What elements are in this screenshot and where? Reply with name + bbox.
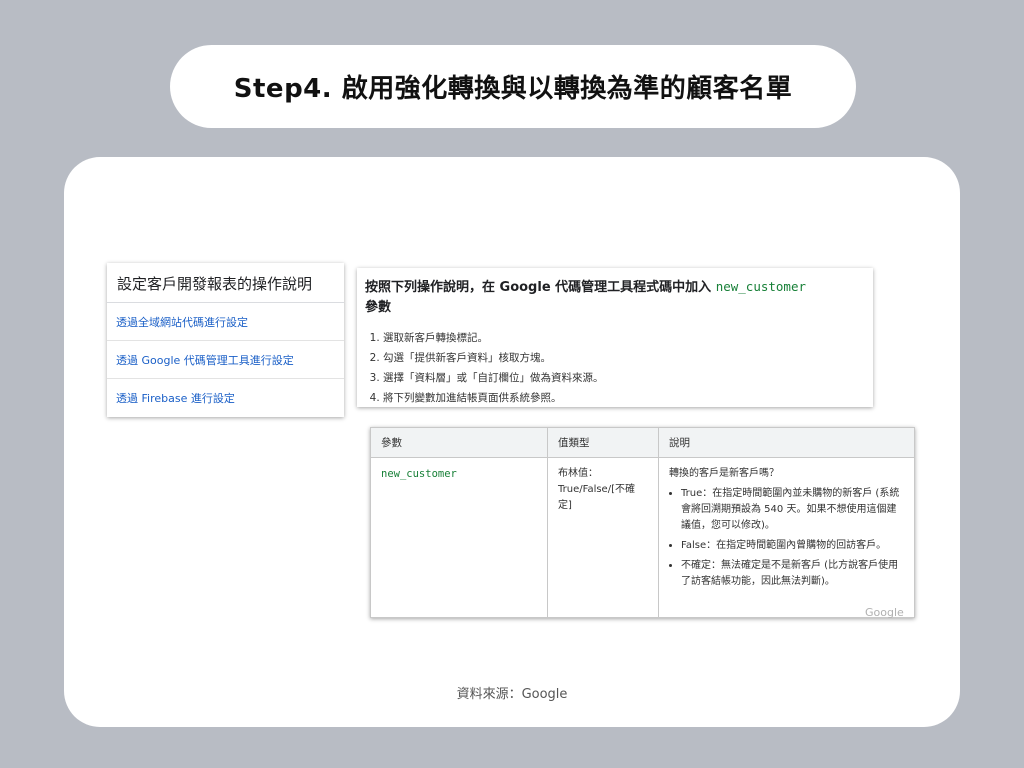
header-value-type: 值類型 xyxy=(547,427,659,458)
heading-code: new_customer xyxy=(715,279,807,294)
step-item: 選擇「資料層」或「自訂欄位」做為資料來源。 xyxy=(383,368,873,388)
source-caption: 資料來源：Google xyxy=(456,687,568,702)
parameter-table: 參數 值類型 說明 new_customer 布林值：True/False/[不… xyxy=(370,427,915,618)
cell-value-type: 布林值：True/False/[不確定] xyxy=(547,457,659,618)
cell-description: 轉換的客戶是新客戶嗎？ True：在指定時間範圍內並未購物的新客戶 (系統會將回… xyxy=(658,457,915,618)
link-firebase[interactable]: 透過 Firebase 進行設定 xyxy=(107,379,344,416)
heading-suffix: 參數 xyxy=(365,300,392,315)
list-item: 不確定：無法確定是不是新客戶 (比方說客戶使用了訪客結帳功能，因此無法判斷)。 xyxy=(681,558,904,590)
step-item: 勾選「提供新客戶資料」核取方塊。 xyxy=(383,348,873,368)
google-watermark: Google xyxy=(865,606,904,619)
list-item: False：在指定時間範圍內曾購物的回訪客戶。 xyxy=(681,538,904,554)
list-item: True：在指定時間範圍內並未購物的新客戶 (系統會將回溯期預設為 540 天。… xyxy=(681,486,904,534)
parameter-table-panel: 參數 值類型 說明 new_customer 布林值：True/False/[不… xyxy=(370,427,915,618)
panel-title: 設定客戶開發報表的操作說明 xyxy=(107,263,344,303)
setup-instructions-panel: 設定客戶開發報表的操作說明 透過全域網站代碼進行設定 透過 Google 代碼管… xyxy=(107,263,344,417)
table-header-row: 參數 值類型 說明 xyxy=(370,427,915,458)
description-list: True：在指定時間範圍內並未購物的新客戶 (系統會將回溯期預設為 540 天。… xyxy=(669,486,904,590)
instructions-panel: 按照下列操作說明，在 Google 代碼管理工具程式碼中加入 new_custo… xyxy=(357,268,873,407)
table-row: new_customer 布林值：True/False/[不確定] 轉換的客戶是… xyxy=(370,457,915,618)
header-description: 說明 xyxy=(658,427,915,458)
step-item: 選取新客戶轉換標記。 xyxy=(383,328,873,348)
instructions-heading: 按照下列操作說明，在 Google 代碼管理工具程式碼中加入 new_custo… xyxy=(357,268,873,318)
slide-title: Step4. 啟用強化轉換與以轉換為準的顧客名單 xyxy=(233,74,793,104)
header-param: 參數 xyxy=(370,427,548,458)
description-intro: 轉換的客戶是新客戶嗎？ xyxy=(669,468,779,479)
content-card: 設定客戶開發報表的操作說明 透過全域網站代碼進行設定 透過 Google 代碼管… xyxy=(64,157,960,727)
step-item: 將下列變數加進結帳頁面供系統參照。 xyxy=(383,388,873,408)
steps-list: 選取新客戶轉換標記。 勾選「提供新客戶資料」核取方塊。 選擇「資料層」或「自訂欄… xyxy=(357,328,873,408)
link-google-tag-manager[interactable]: 透過 Google 代碼管理工具進行設定 xyxy=(107,341,344,379)
heading-text: 按照下列操作說明，在 Google 代碼管理工具程式碼中加入 xyxy=(365,280,712,295)
title-pill: Step4. 啟用強化轉換與以轉換為準的顧客名單 xyxy=(170,45,856,128)
cell-param: new_customer xyxy=(370,457,548,618)
link-global-site-tag[interactable]: 透過全域網站代碼進行設定 xyxy=(107,303,344,341)
